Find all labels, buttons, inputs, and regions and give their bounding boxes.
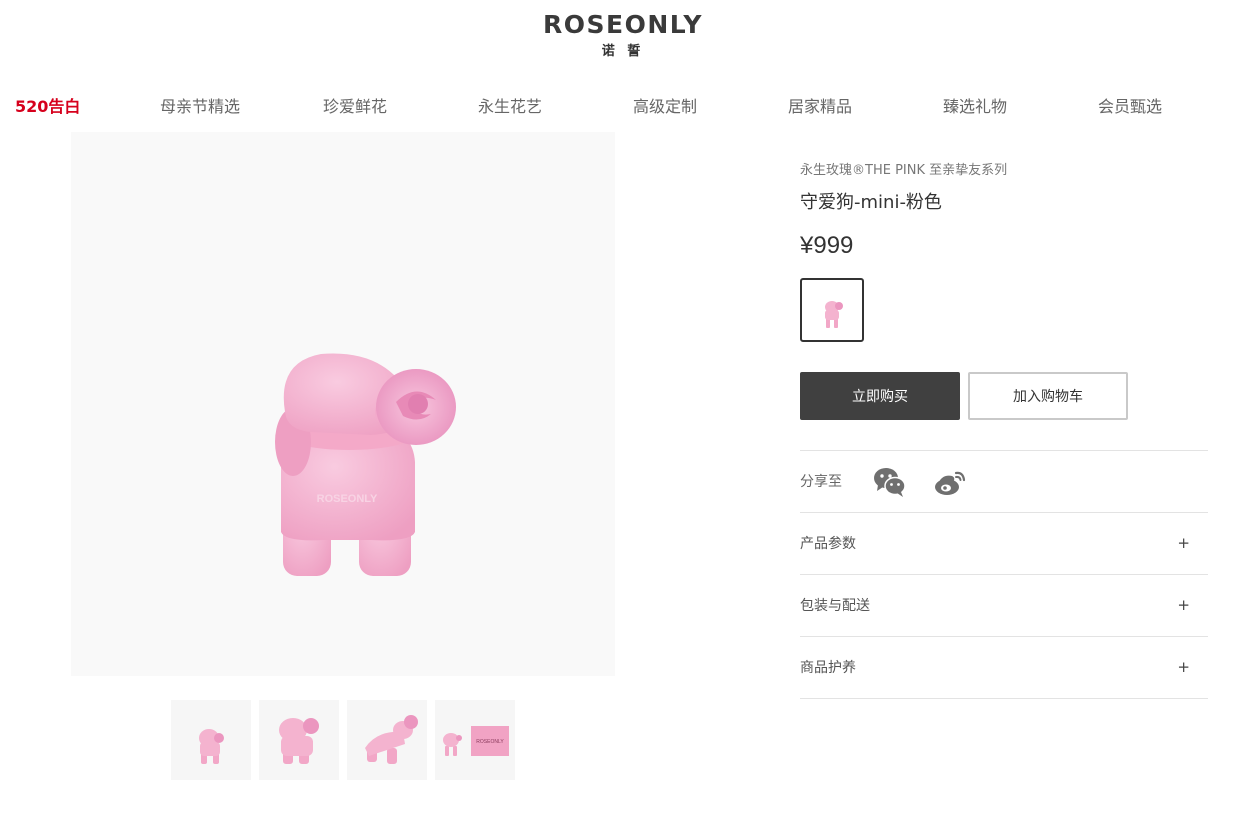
- pink-dog-bow-thumbnail-icon: [365, 715, 418, 764]
- accordion-label: 商品护养: [800, 660, 856, 676]
- accordion-product-care[interactable]: 商品护养 +: [800, 648, 1208, 688]
- accordion-label: 包装与配送: [800, 598, 870, 614]
- nav-item-eternal-flowers[interactable]: 永生花艺: [478, 95, 542, 119]
- accordion-label: 产品参数: [800, 536, 856, 552]
- thumbnail-2[interactable]: [259, 700, 339, 780]
- divider: [800, 636, 1208, 637]
- nav-item-fresh-flowers[interactable]: 珍爱鲜花: [323, 95, 387, 119]
- wechat-icon[interactable]: [872, 464, 908, 500]
- nav-item-mothers-day[interactable]: 母亲节精选: [160, 95, 240, 119]
- pink-dog-side-thumbnail-icon: [279, 718, 319, 764]
- share-row: 分享至: [800, 464, 1208, 500]
- thumbnail-3[interactable]: [347, 700, 427, 780]
- pink-dog-thumbnail-icon: [199, 729, 224, 764]
- dog-with-gift-box-thumbnail-icon: ROSEONLY: [443, 726, 509, 756]
- product-title: 守爱狗-mini-粉色: [800, 192, 942, 213]
- divider: [800, 450, 1208, 451]
- nav-item-520[interactable]: 520告白: [15, 95, 80, 119]
- divider: [800, 574, 1208, 575]
- plus-icon[interactable]: +: [1177, 595, 1190, 615]
- product-price: ¥999: [800, 232, 854, 259]
- pink-dog-figure: ROSEONLY: [275, 353, 456, 576]
- brand-header[interactable]: ROSEONLY 诺 誓: [0, 8, 1246, 62]
- variant-option-pink[interactable]: [800, 278, 864, 342]
- nav-item-home[interactable]: 居家精品: [788, 95, 852, 119]
- plus-icon[interactable]: +: [1177, 657, 1190, 677]
- nav-item-members[interactable]: 会员甄选: [1098, 95, 1162, 119]
- product-info: 永生玫瑰®THE PINK 至亲挚友系列 守爱狗-mini-粉色 ¥999: [800, 160, 1208, 261]
- accordion-product-params[interactable]: 产品参数 +: [800, 524, 1208, 564]
- divider: [800, 698, 1208, 699]
- main-nav: 520告白 母亲节精选 珍爱鲜花 永生花艺 高级定制 居家精品 臻选礼物 会员甄…: [0, 95, 1246, 119]
- figure-logo: ROSEONLY: [317, 493, 378, 505]
- accordion-packaging-delivery[interactable]: 包装与配送 +: [800, 586, 1208, 626]
- pink-dog-variant-icon: [825, 301, 843, 328]
- share-label: 分享至: [800, 474, 842, 490]
- divider: [800, 512, 1208, 513]
- brand-logo[interactable]: ROSEONLY: [0, 8, 1246, 42]
- product-main-image: ROSEONLY: [71, 132, 615, 676]
- weibo-icon[interactable]: [932, 464, 968, 500]
- add-to-cart-button[interactable]: 加入购物车: [968, 372, 1128, 420]
- thumbnail-4[interactable]: ROSEONLY: [435, 700, 515, 780]
- plus-icon[interactable]: +: [1177, 533, 1190, 553]
- thumbnail-1[interactable]: [171, 700, 251, 780]
- buy-now-button[interactable]: 立即购买: [800, 372, 960, 420]
- nav-item-custom[interactable]: 高级定制: [633, 95, 697, 119]
- gift-box-logo: ROSEONLY: [476, 739, 504, 745]
- brand-subtitle: 诺 誓: [601, 44, 645, 59]
- product-series: 永生玫瑰®THE PINK 至亲挚友系列: [800, 163, 1008, 178]
- nav-item-gifts[interactable]: 臻选礼物: [943, 95, 1007, 119]
